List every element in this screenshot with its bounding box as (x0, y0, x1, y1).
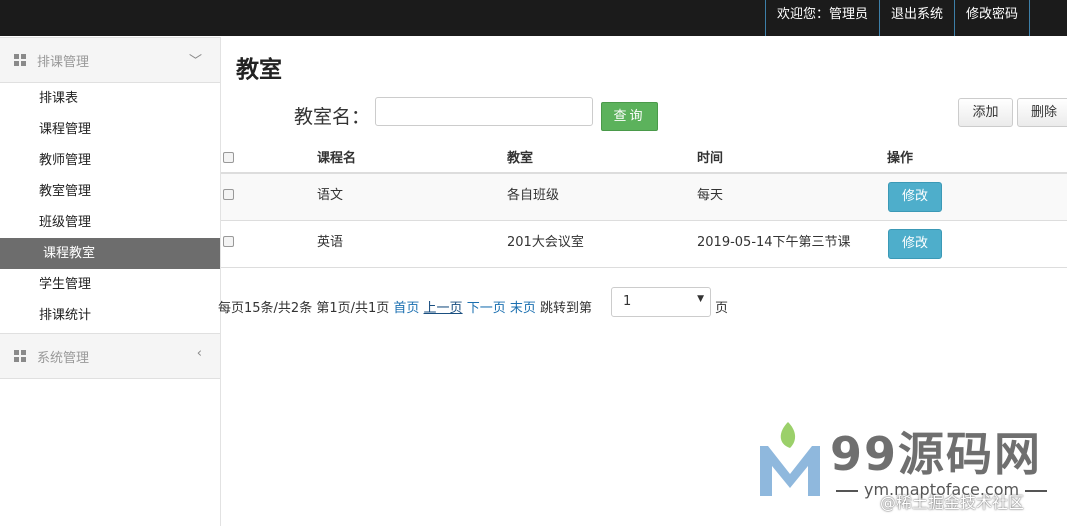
top-nav: 欢迎您：管理员 退出系统 修改密码 (764, 0, 1030, 36)
column-header-room: 教室 (507, 151, 534, 166)
cell-course: 语文 (317, 188, 344, 203)
edit-button[interactable]: 修改 (888, 182, 942, 212)
change-password-link[interactable]: 修改密码 (953, 0, 1030, 36)
select-all-checkbox[interactable] (223, 152, 234, 163)
search-input[interactable] (375, 97, 593, 126)
pagination-summary: 每页15条/共2条 第1页/共1页 (218, 301, 390, 316)
chevron-left-icon: ‹ (196, 346, 202, 361)
watermark-overlay: @稀土掘金技术社区 (880, 493, 1025, 512)
row-checkbox[interactable] (223, 236, 234, 247)
sidebar-group-scheduling[interactable]: 排课管理 ﹀ (0, 37, 220, 83)
watermark-logo-icon (760, 422, 820, 496)
top-bar: 欢迎您：管理员 退出系统 修改密码 (0, 0, 1067, 36)
grid-icon (14, 350, 26, 362)
cell-room: 201大会议室 (507, 235, 584, 250)
next-page-link[interactable]: 下一页 (467, 301, 506, 316)
chevron-down-icon: ▼ (697, 294, 704, 304)
page-select[interactable]: 1 ▼ (611, 287, 711, 317)
cell-time: 2019-05-14下午第三节课 (697, 235, 851, 250)
table-row: 语文 各自班级 每天 修改 (221, 174, 1067, 221)
column-header-course: 课程名 (317, 151, 357, 166)
search-label: 教室名： (294, 106, 371, 128)
add-button[interactable]: 添加 (958, 98, 1013, 127)
sidebar-item-statistics[interactable]: 排课统计 (0, 300, 220, 331)
table-row: 英语 201大会议室 2019-05-14下午第三节课 修改 (221, 221, 1067, 268)
data-table: 课程名 教室 时间 操作 语文 各自班级 每天 修改 英语 201大会议室 20… (221, 140, 1067, 268)
column-header-time: 时间 (697, 151, 724, 166)
pagination: 每页15条/共2条 第1页/共1页 首页 上一页 下一页 末页 跳转到第 (218, 297, 592, 316)
column-header-action: 操作 (887, 151, 914, 166)
cell-course: 英语 (317, 235, 344, 250)
sidebar-group-label: 系统管理 (37, 351, 90, 366)
page-unit-label: 页 (715, 301, 729, 316)
logout-link[interactable]: 退出系统 (878, 0, 954, 36)
search-button[interactable]: 查询 (601, 102, 658, 131)
first-page-link[interactable]: 首页 (393, 301, 419, 316)
watermark-brand: 99源码网 (830, 427, 1043, 481)
sidebar-item-schedule[interactable]: 排课表 (0, 83, 220, 114)
sidebar-item-teachers[interactable]: 教师管理 (0, 145, 220, 176)
edit-button[interactable]: 修改 (888, 229, 942, 259)
prev-page-link[interactable]: 上一页 (424, 301, 463, 316)
cell-time: 每天 (697, 188, 724, 203)
page-select-value: 1 (623, 294, 632, 309)
last-page-link[interactable]: 末页 (510, 301, 536, 316)
sidebar-group-system[interactable]: 系统管理 ‹ (0, 333, 220, 379)
cell-room: 各自班级 (507, 188, 560, 203)
sidebar: 排课管理 ﹀ 排课表 课程管理 教师管理 教室管理 班级管理 课程教室 学生管理… (0, 37, 221, 526)
sidebar-item-students[interactable]: 学生管理 (0, 269, 220, 300)
chevron-down-icon: ﹀ (188, 54, 202, 69)
sidebar-group-label: 排课管理 (37, 55, 90, 70)
delete-button[interactable]: 删除 (1017, 98, 1067, 127)
jump-label: 跳转到第 (540, 301, 593, 316)
sidebar-menu: 排课表 课程管理 教师管理 教室管理 班级管理 课程教室 学生管理 排课统计 (0, 83, 220, 331)
sidebar-item-classrooms[interactable]: 教室管理 (0, 176, 220, 207)
sidebar-item-course-classroom[interactable]: 课程教室 (0, 238, 220, 269)
sidebar-item-courses[interactable]: 课程管理 (0, 114, 220, 145)
grid-icon (14, 54, 26, 66)
row-checkbox[interactable] (223, 189, 234, 200)
sidebar-item-classes[interactable]: 班级管理 (0, 207, 220, 238)
welcome-text: 欢迎您：管理员 (764, 0, 879, 36)
page-title: 教室 (236, 57, 282, 83)
table-header-row: 课程名 教室 时间 操作 (221, 140, 1067, 174)
